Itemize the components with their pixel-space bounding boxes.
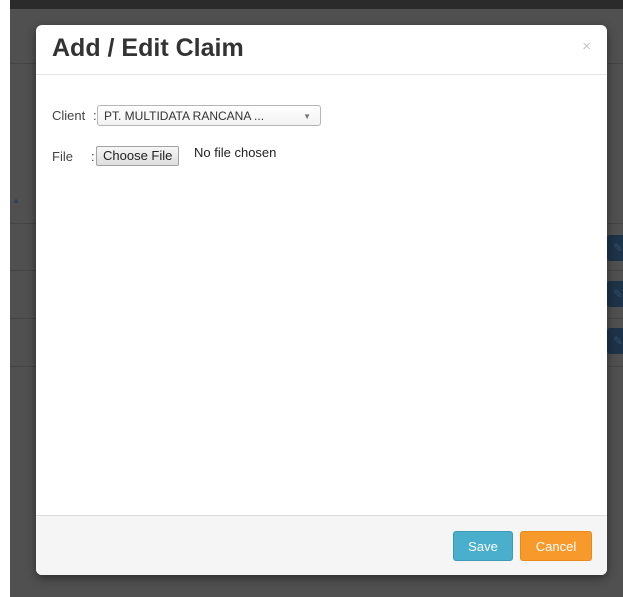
add-edit-claim-modal: Add / Edit Claim × Client : PT. MULTIDAT…	[36, 25, 607, 575]
client-select-value: PT. MULTIDATA RANCANA ...	[104, 109, 265, 123]
file-colon: :	[91, 149, 95, 164]
chevron-down-icon: ▼	[303, 112, 311, 121]
save-button[interactable]: Save	[453, 531, 513, 561]
edit-icon: ✎	[607, 281, 623, 307]
client-label: Client	[52, 108, 86, 123]
background-header-bar	[10, 0, 623, 9]
close-icon[interactable]: ×	[582, 38, 591, 55]
edit-icon: ✎	[607, 328, 623, 354]
cancel-button[interactable]: Cancel	[520, 531, 592, 561]
edit-icon: ✎	[607, 235, 623, 261]
file-status-text: No file chosen	[194, 145, 277, 160]
choose-file-button[interactable]: Choose File	[96, 146, 180, 166]
modal-header: Add / Edit Claim ×	[36, 25, 607, 75]
modal-title: Add / Edit Claim	[52, 34, 244, 62]
sort-arrow-icon: ▲	[12, 196, 20, 205]
file-label: File	[52, 149, 73, 164]
modal-footer: Save Cancel	[36, 515, 607, 575]
client-select[interactable]: PT. MULTIDATA RANCANA ... ▼	[97, 105, 321, 126]
